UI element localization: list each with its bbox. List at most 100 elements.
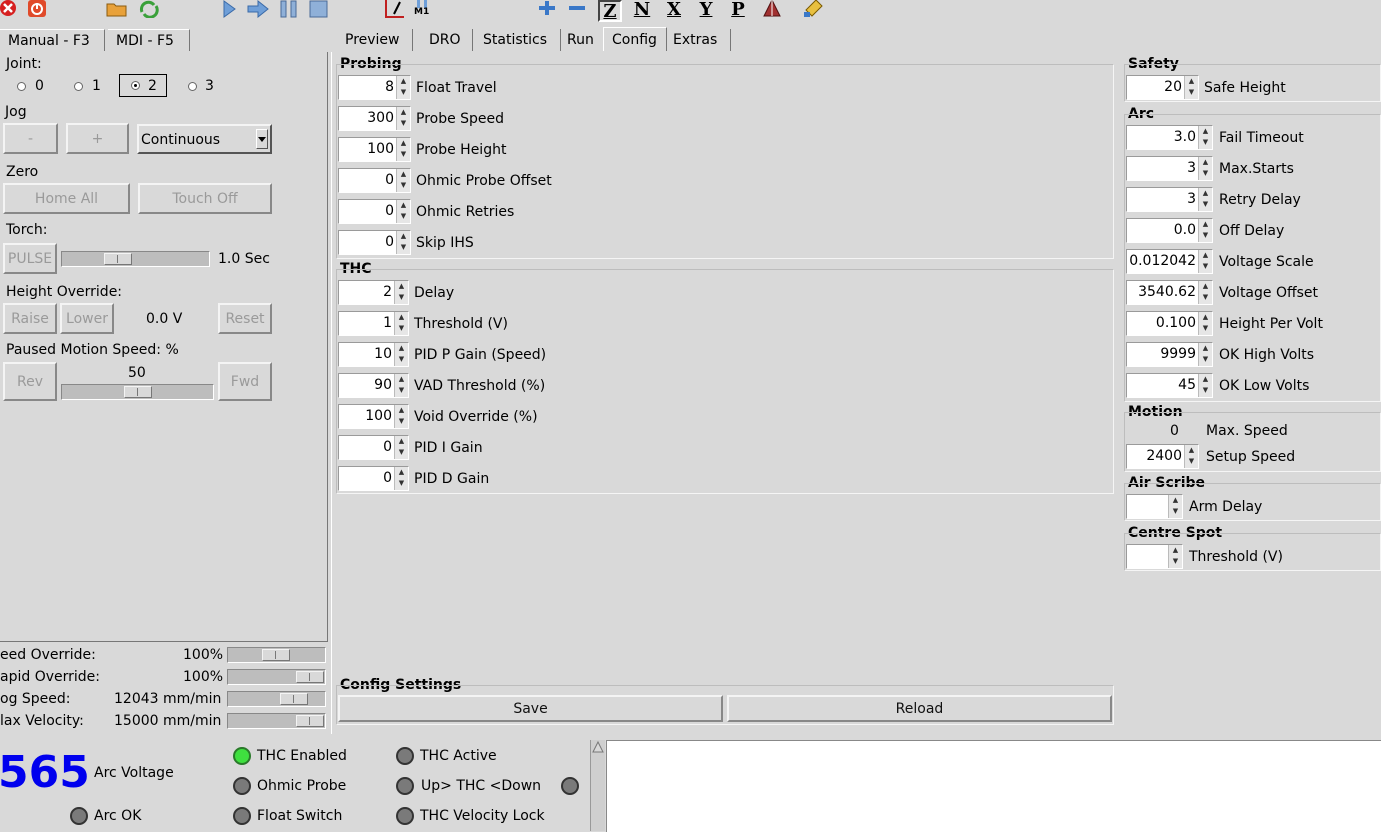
centre-threshold-spinbox[interactable]: ▲ ▼ [1126, 544, 1183, 569]
home-all-button[interactable]: Home All [3, 183, 130, 214]
tab-mdi[interactable]: MDI - F5 [108, 29, 190, 51]
tab-manual[interactable]: Manual - F3 [0, 29, 105, 51]
touch-off-button[interactable]: Touch Off [138, 183, 272, 214]
status-scrollbar[interactable] [590, 740, 605, 831]
reload-icon[interactable] [138, 0, 160, 18]
config-spinbox[interactable]: 0.0 ▲ ▼ [1126, 218, 1213, 243]
config-spinbox[interactable]: 100 ▲ ▼ [338, 404, 409, 429]
spin-arrows-icon[interactable]: ▲ ▼ [1198, 188, 1212, 211]
reset-button[interactable]: Reset [218, 303, 272, 334]
tab-extras[interactable]: Extras [665, 29, 731, 51]
spin-arrows-icon[interactable]: ▲ ▼ [394, 374, 408, 397]
pause-icon[interactable] [278, 0, 300, 18]
spin-arrows-icon[interactable]: ▲ ▼ [1198, 250, 1212, 273]
config-spinbox[interactable]: 0 ▲ ▼ [338, 435, 409, 460]
spin-arrows-icon[interactable]: ▲ ▼ [394, 467, 408, 490]
spin-arrows-icon[interactable]: ▲ ▼ [1198, 126, 1212, 149]
config-spinbox[interactable]: 0 ▲ ▼ [338, 168, 411, 193]
spin-arrows-icon[interactable]: ▲ ▼ [394, 281, 408, 304]
tab-statistics[interactable]: Statistics [475, 29, 561, 51]
save-button[interactable]: Save [338, 695, 723, 722]
pulse-button[interactable]: PULSE [3, 243, 57, 274]
spin-arrows-icon[interactable]: ▲ ▼ [1198, 374, 1212, 397]
spin-arrows-icon[interactable]: ▲ ▼ [1168, 545, 1182, 568]
spin-arrows-icon[interactable]: ▲ ▼ [396, 76, 410, 99]
view-x-icon[interactable]: X [662, 0, 686, 20]
config-spinbox[interactable]: 3 ▲ ▼ [1126, 187, 1213, 212]
config-spinbox[interactable]: 3 ▲ ▼ [1126, 156, 1213, 181]
config-spinbox[interactable]: 3.0 ▲ ▼ [1126, 125, 1213, 150]
spin-arrows-icon[interactable]: ▲ ▼ [1184, 445, 1198, 468]
joint-radio-2-dot[interactable] [131, 81, 140, 90]
spin-arrows-icon[interactable]: ▲ ▼ [1198, 219, 1212, 242]
config-spinbox[interactable]: 0 ▲ ▼ [338, 199, 411, 224]
spin-arrows-icon[interactable]: ▲ ▼ [1198, 157, 1212, 180]
tab-preview[interactable]: Preview [337, 29, 413, 51]
arm-delay-spinbox[interactable]: ▲ ▼ [1126, 494, 1183, 519]
lower-button[interactable]: Lower [60, 303, 114, 334]
view-p-icon[interactable]: P [726, 0, 750, 20]
feed-override-slider[interactable] [227, 647, 326, 663]
jog-speed-slider[interactable] [227, 691, 326, 707]
torch-icon[interactable] [760, 0, 784, 18]
config-spinbox[interactable]: 9999 ▲ ▼ [1126, 342, 1213, 367]
view-y-icon[interactable]: Y [694, 0, 718, 20]
spin-arrows-icon[interactable]: ▲ ▼ [394, 343, 408, 366]
spin-arrows-icon[interactable]: ▲ ▼ [1198, 343, 1212, 366]
config-spinbox[interactable]: 300 ▲ ▼ [338, 106, 411, 131]
config-spinbox[interactable]: 0.100 ▲ ▼ [1126, 311, 1213, 336]
tab-run[interactable]: Run [559, 29, 605, 51]
m1-icon[interactable]: M1 [412, 0, 434, 18]
jog-minus-button[interactable]: - [3, 123, 58, 154]
raise-button[interactable]: Raise [3, 303, 57, 334]
fwd-button[interactable]: Fwd [218, 362, 272, 401]
spin-arrows-icon[interactable]: ▲ ▼ [396, 107, 410, 130]
power-icon[interactable] [26, 0, 48, 18]
setup-speed-spinbox[interactable]: 2400 ▲ ▼ [1126, 444, 1199, 469]
rev-button[interactable]: Rev [3, 362, 57, 401]
max-velocity-thumb[interactable] [296, 715, 324, 727]
rapid-override-thumb[interactable] [296, 671, 324, 683]
rapid-override-slider[interactable] [227, 669, 326, 685]
spin-arrows-icon[interactable]: ▲ ▼ [1198, 281, 1212, 304]
config-spinbox[interactable]: 0.012042 ▲ ▼ [1126, 249, 1213, 274]
config-spinbox[interactable]: 8 ▲ ▼ [338, 75, 411, 100]
spin-arrows-icon[interactable]: ▲ ▼ [394, 436, 408, 459]
config-spinbox[interactable]: 100 ▲ ▼ [338, 137, 411, 162]
max-velocity-slider[interactable] [227, 713, 326, 729]
spin-arrows-icon[interactable]: ▲ ▼ [1184, 76, 1198, 99]
spin-arrows-icon[interactable]: ▲ ▼ [396, 200, 410, 223]
spin-arrows-icon[interactable]: ▲ ▼ [394, 405, 408, 428]
spin-arrows-icon[interactable]: ▲ ▼ [396, 138, 410, 161]
clear-icon[interactable] [802, 0, 826, 18]
spin-arrows-icon[interactable]: ▲ ▼ [396, 231, 410, 254]
safe-height-spinbox[interactable]: 20 ▲ ▼ [1126, 75, 1199, 100]
step-icon[interactable] [246, 0, 270, 18]
feed-override-thumb[interactable] [262, 649, 290, 661]
spin-arrows-icon[interactable]: ▲ ▼ [394, 312, 408, 335]
tab-dro[interactable]: DRO [421, 29, 473, 51]
config-spinbox[interactable]: 10 ▲ ▼ [338, 342, 409, 367]
config-spinbox[interactable]: 0 ▲ ▼ [338, 466, 409, 491]
scroll-up-icon[interactable] [592, 740, 604, 758]
joint-radio-3-dot[interactable] [188, 82, 197, 91]
pulse-slider[interactable] [61, 251, 210, 267]
config-spinbox[interactable]: 3540.62 ▲ ▼ [1126, 280, 1213, 305]
line-edit-icon[interactable] [384, 0, 408, 18]
spin-arrows-icon[interactable]: ▲ ▼ [1168, 495, 1182, 518]
joint-radio-2[interactable]: 2 [119, 74, 167, 97]
joint-radio-1-dot[interactable] [74, 82, 83, 91]
view-z-icon[interactable]: Z [598, 0, 622, 22]
open-folder-icon[interactable] [106, 0, 128, 18]
stop-icon[interactable] [308, 0, 330, 18]
config-spinbox[interactable]: 1 ▲ ▼ [338, 311, 409, 336]
paused-speed-slider[interactable] [61, 384, 214, 400]
jog-speed-thumb[interactable] [280, 693, 308, 705]
jog-plus-button[interactable]: + [66, 123, 129, 154]
config-spinbox[interactable]: 2 ▲ ▼ [338, 280, 409, 305]
joint-radio-0-dot[interactable] [17, 82, 26, 91]
close-icon[interactable] [0, 0, 18, 18]
pulse-slider-thumb[interactable] [104, 253, 132, 265]
view-n-icon[interactable]: N [630, 0, 654, 20]
reload-button[interactable]: Reload [727, 695, 1112, 722]
